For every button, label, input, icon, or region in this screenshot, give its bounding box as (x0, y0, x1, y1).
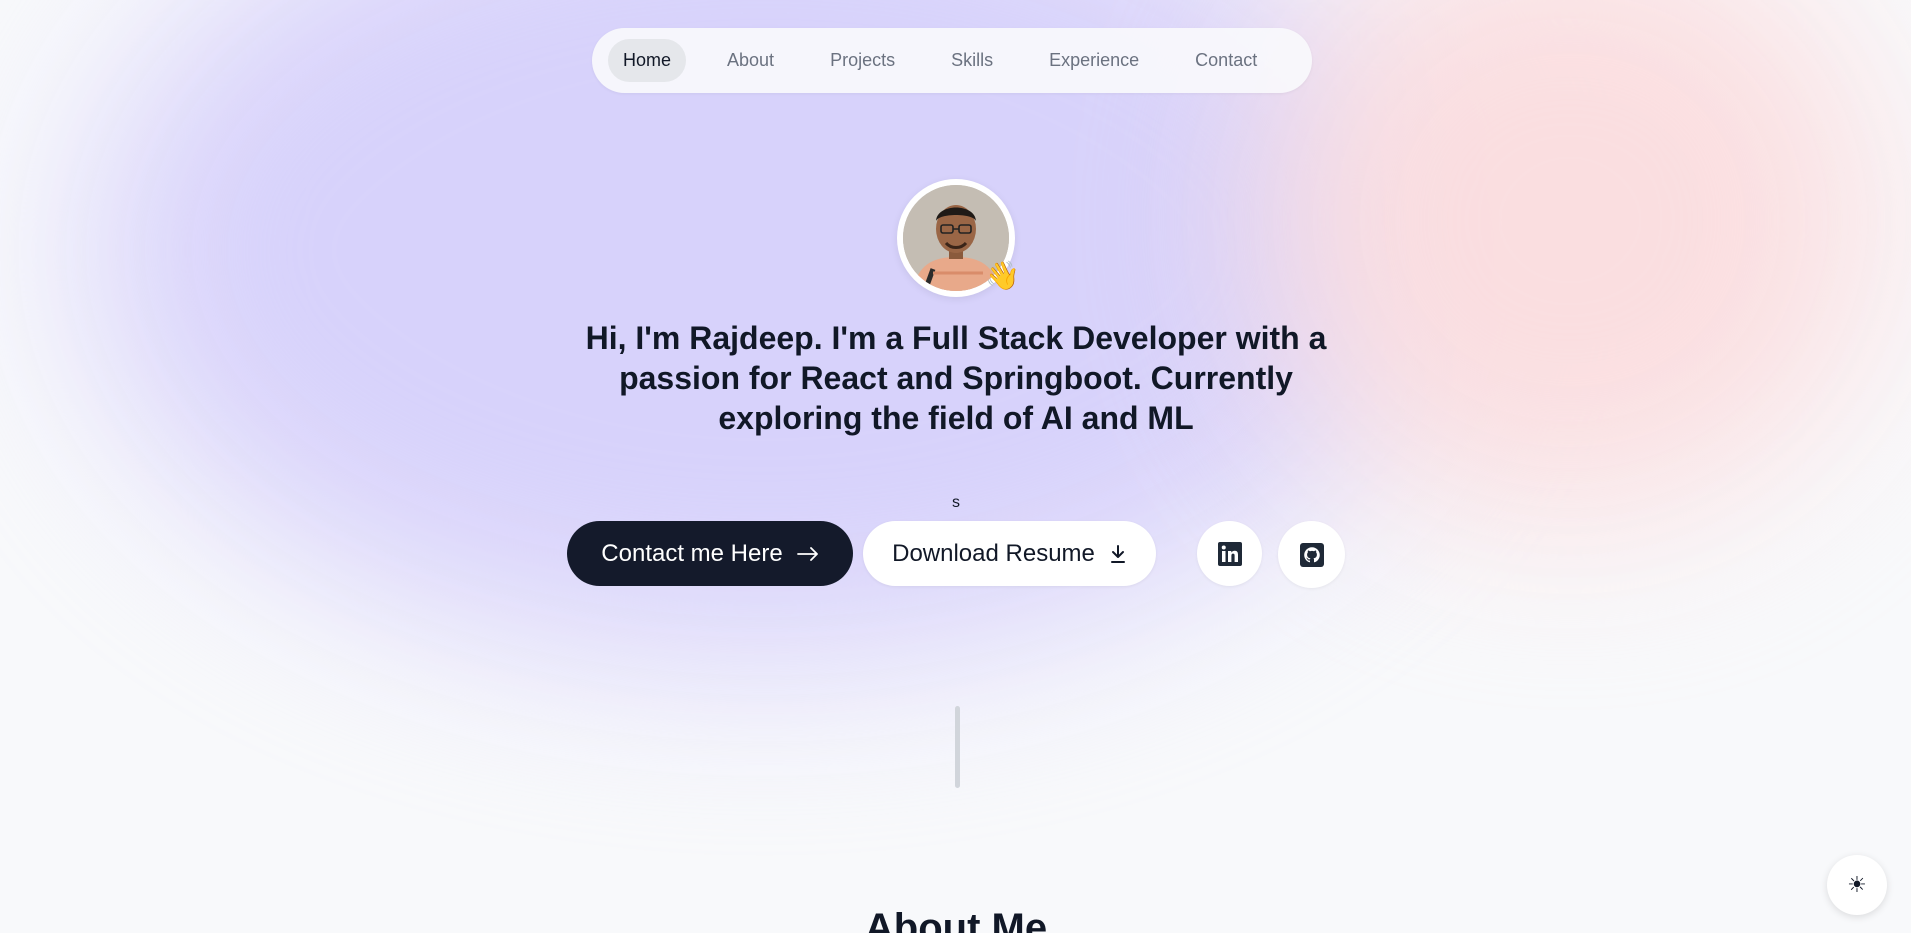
download-resume-button[interactable]: Download Resume (863, 521, 1156, 586)
download-icon (1110, 544, 1125, 563)
nav-item-home[interactable]: Home (608, 39, 687, 82)
github-icon (1299, 542, 1324, 567)
linkedin-button[interactable] (1197, 521, 1262, 586)
stray-text: s (952, 494, 960, 511)
nav-item-experience[interactable]: Experience (1034, 39, 1154, 82)
theme-toggle-button[interactable]: ☀ (1827, 855, 1887, 915)
sun-icon: ☀ (1847, 872, 1867, 897)
scroll-indicator (955, 706, 960, 788)
about-section-title: About Me (864, 906, 1048, 933)
nav-item-contact[interactable]: Contact (1180, 39, 1272, 82)
nav-item-about[interactable]: About (712, 39, 789, 82)
top-navigation: Home About Projects Skills Experience Co… (592, 28, 1312, 93)
hero-name-intro: Hi, I'm Rajdeep. (585, 320, 823, 356)
waving-hand-icon: 👋 (985, 260, 1020, 291)
nav-item-skills[interactable]: Skills (936, 39, 1008, 82)
github-button[interactable] (1278, 521, 1345, 588)
contact-me-button[interactable]: Contact me Here (567, 521, 853, 586)
arrow-right-icon (796, 546, 818, 561)
nav-item-projects[interactable]: Projects (815, 39, 910, 82)
hero-headline: Hi, I'm Rajdeep. I'm a Full Stack Develo… (555, 318, 1357, 438)
contact-me-label: Contact me Here (601, 539, 783, 567)
download-resume-label: Download Resume (892, 539, 1095, 567)
linkedin-icon (1217, 541, 1242, 566)
